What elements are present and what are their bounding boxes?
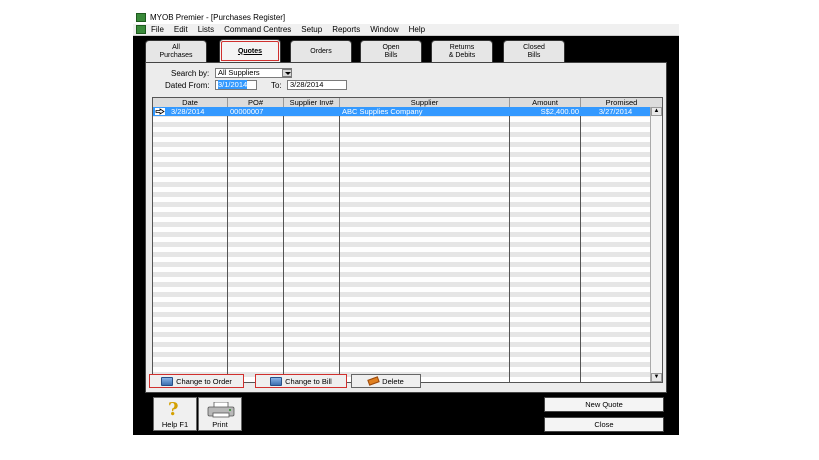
scroll-down-icon[interactable]: ▼ (651, 373, 662, 382)
dated-from-field[interactable]: 3/1/2014 (215, 80, 257, 90)
new-quote-button[interactable]: New Quote (544, 397, 664, 412)
tab-label: Bills (527, 51, 541, 59)
menu-file[interactable]: File (151, 25, 164, 34)
column-divider (283, 107, 284, 382)
dated-from-label: Dated From: (165, 81, 210, 90)
search-by-value: All Suppliers (218, 68, 260, 77)
tab-returns-debits[interactable]: Returns & Debits (431, 40, 493, 62)
menu-lists[interactable]: Lists (198, 25, 214, 34)
search-by-label: Search by: (171, 69, 210, 78)
printer-icon (207, 402, 235, 418)
help-question-icon: ? (168, 399, 179, 420)
cell-supplier-inv (284, 107, 340, 116)
delete-label: Delete (382, 376, 404, 386)
menu-command-centres[interactable]: Command Centres (224, 25, 291, 34)
menu-window[interactable]: Window (370, 25, 398, 34)
tab-label: Orders (310, 47, 332, 55)
tab-quotes[interactable]: Quotes (219, 39, 281, 63)
tab-open-bills[interactable]: Open Bills (360, 40, 422, 62)
tab-label: Purchases (159, 51, 193, 59)
search-by-select[interactable]: All Suppliers (215, 68, 292, 78)
eraser-icon (367, 376, 380, 386)
table-body: 3/28/2014 00000007 ABC Supplies Company … (153, 107, 650, 382)
close-button[interactable]: Close (544, 417, 664, 432)
print-button[interactable]: Print (198, 397, 242, 431)
col-header-date[interactable]: Date (153, 98, 228, 107)
help-button[interactable]: ? Help F1 (153, 397, 197, 431)
quotes-table: Date PO# Supplier Inv# Supplier Amount P… (152, 97, 663, 383)
close-label: Close (594, 420, 614, 429)
column-divider (580, 107, 581, 382)
new-quote-label: New Quote (585, 400, 623, 409)
document-icon[interactable] (136, 25, 146, 34)
cell-promised: 3/27/2014 (598, 107, 633, 116)
menu-help[interactable]: Help (409, 25, 425, 34)
app-window: MYOB Premier - [Purchases Register] File… (133, 11, 679, 435)
vertical-scrollbar[interactable]: ▲ ▼ (650, 107, 662, 382)
dated-from-value: 3/1/2014 (218, 80, 248, 89)
col-header-amount[interactable]: Amount (510, 98, 581, 107)
to-label: To: (271, 81, 282, 90)
scroll-up-icon[interactable]: ▲ (651, 107, 662, 116)
change-to-bill-button[interactable]: Change to Bill (255, 374, 347, 388)
document-change-icon (270, 376, 283, 386)
menu-edit[interactable]: Edit (174, 25, 188, 34)
cell-po: 00000007 (230, 107, 264, 116)
menu-reports[interactable]: Reports (332, 25, 360, 34)
column-divider (227, 107, 228, 382)
chevron-down-icon[interactable] (282, 69, 292, 77)
tab-label: Returns (449, 43, 475, 51)
dated-to-value: 3/28/2014 (290, 80, 324, 89)
tab-label: All (172, 43, 180, 51)
window-title: MYOB Premier - [Purchases Register] (150, 13, 286, 22)
column-divider (339, 107, 340, 382)
quotes-panel: Search by: All Suppliers Dated From: 3/1… (145, 62, 667, 393)
cell-amount: S$2,400.00 (540, 107, 579, 116)
document-change-icon (161, 376, 174, 386)
change-to-order-label: Change to Order (176, 376, 232, 386)
tab-orders[interactable]: Orders (290, 40, 352, 62)
change-to-order-button[interactable]: Change to Order (149, 374, 244, 388)
col-header-promised[interactable]: Promised (581, 98, 662, 107)
tab-label: Open (382, 43, 400, 51)
row-pointer-icon[interactable] (155, 108, 165, 115)
column-divider (509, 107, 510, 382)
menu-setup[interactable]: Setup (301, 25, 322, 34)
myob-app-icon (136, 13, 146, 22)
tab-all-purchases[interactable]: All Purchases (145, 40, 207, 62)
tab-label: Closed (523, 43, 545, 51)
col-header-supplier-inv[interactable]: Supplier Inv# (284, 98, 340, 107)
tab-label: & Debits (448, 51, 476, 59)
help-label: Help F1 (161, 420, 189, 429)
change-to-bill-label: Change to Bill (285, 376, 332, 386)
dated-to-field[interactable]: 3/28/2014 (287, 80, 347, 90)
tab-closed-bills[interactable]: Closed Bills (503, 40, 565, 62)
col-header-po[interactable]: PO# (228, 98, 284, 107)
cell-date-text: 3/28/2014 (171, 107, 205, 116)
tab-label: Quotes (237, 47, 263, 55)
cell-date: 3/28/2014 (153, 107, 228, 116)
title-bar: MYOB Premier - [Purchases Register] (133, 11, 679, 24)
table-row[interactable]: 3/28/2014 00000007 ABC Supplies Company … (153, 107, 650, 116)
menu-bar: File Edit Lists Command Centres Setup Re… (133, 24, 679, 36)
col-header-supplier[interactable]: Supplier (340, 98, 510, 107)
delete-button[interactable]: Delete (351, 374, 421, 388)
cell-supplier: ABC Supplies Company (342, 107, 423, 116)
tab-label: Bills (384, 51, 398, 59)
print-label: Print (212, 420, 228, 429)
